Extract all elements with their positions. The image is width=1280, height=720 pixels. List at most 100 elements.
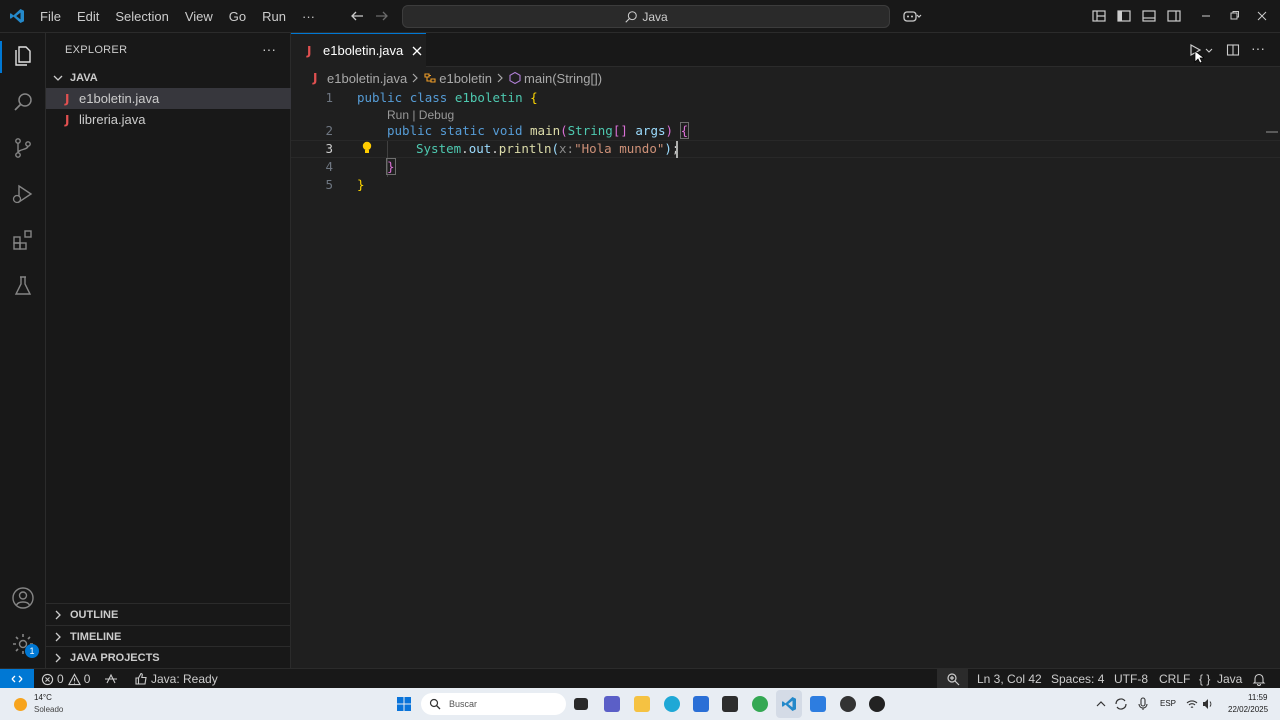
menu-go[interactable]: Go xyxy=(221,0,254,33)
arrow-left-icon[interactable] xyxy=(349,8,365,24)
language-braces-icon[interactable]: { } xyxy=(1199,671,1210,687)
vscode-logo-icon xyxy=(10,9,24,23)
obs-icon[interactable] xyxy=(840,696,856,712)
chevron-down-icon xyxy=(53,75,63,81)
windows-start-icon[interactable] xyxy=(396,696,412,712)
folder-header-java[interactable]: JAVA xyxy=(46,67,291,89)
menu-selection[interactable]: Selection xyxy=(107,0,176,33)
lightbulb-icon[interactable] xyxy=(361,141,373,155)
java-status-label: Java: Ready xyxy=(151,672,218,686)
menu-view[interactable]: View xyxy=(177,0,221,33)
task-view-icon[interactable] xyxy=(574,698,588,710)
weather-sun-icon xyxy=(14,698,27,711)
explorer-icon[interactable] xyxy=(11,44,35,68)
remote-icon xyxy=(11,675,23,683)
explorer-more-button[interactable]: ··· xyxy=(262,41,276,57)
vscode-taskbar-icon[interactable] xyxy=(781,696,797,712)
command-center-search[interactable]: Java xyxy=(402,5,890,28)
clock-date[interactable]: 22/02/2025 xyxy=(1228,705,1268,714)
media-player-icon[interactable] xyxy=(869,696,885,712)
extensions-icon[interactable] xyxy=(11,228,35,252)
notification-badge: 1 xyxy=(25,644,39,658)
toggle-sidebar-icon[interactable] xyxy=(1116,8,1132,24)
terminal-icon[interactable] xyxy=(722,696,738,712)
java-status[interactable]: Java: Ready xyxy=(134,671,218,687)
restore-icon[interactable] xyxy=(1226,8,1242,24)
tab-e1boletin[interactable]: J e1boletin.java xyxy=(291,33,426,67)
source-control-icon[interactable] xyxy=(11,136,35,160)
indentation[interactable]: Spaces: 4 xyxy=(1051,671,1104,687)
testing-icon[interactable] xyxy=(11,274,35,298)
section-label: JAVA PROJECTS xyxy=(70,651,160,664)
volume-icon[interactable] xyxy=(1202,698,1214,710)
sidebar-title: EXPLORER xyxy=(65,44,128,56)
accounts-icon[interactable] xyxy=(11,586,35,610)
section-label: OUTLINE xyxy=(70,608,119,621)
editor-more-actions-button[interactable]: ··· xyxy=(1251,40,1265,56)
close-tab-icon[interactable] xyxy=(411,45,423,57)
breadcrumb-method[interactable]: main(String[]) xyxy=(524,71,602,86)
chevron-up-icon[interactable] xyxy=(1096,699,1106,709)
run-debug-icon[interactable] xyxy=(11,182,35,206)
code-line-5: } xyxy=(357,177,365,192)
breadcrumb-file[interactable]: e1boletin.java xyxy=(327,71,407,86)
wifi-icon[interactable] xyxy=(1186,698,1198,710)
windows-taskbar: 14°C Soleado Buscar ESP 11:59 22/02/2025 xyxy=(0,688,1280,720)
toggle-panel-icon[interactable] xyxy=(1141,8,1157,24)
menu-edit[interactable]: Edit xyxy=(69,0,107,33)
close-window-icon[interactable] xyxy=(1254,8,1270,24)
end-of-line[interactable]: CRLF xyxy=(1159,671,1190,687)
code-editor[interactable]: 1 2 3 4 5 public class e1boletin { Run |… xyxy=(291,89,1280,668)
split-editor-icon[interactable] xyxy=(1226,43,1240,57)
customize-layout-icon[interactable] xyxy=(1091,8,1107,24)
toggle-secondary-sidebar-icon[interactable] xyxy=(1166,8,1182,24)
class-symbol-icon xyxy=(424,73,436,83)
microphone-icon[interactable] xyxy=(1137,697,1149,711)
menu-run[interactable]: Run xyxy=(254,0,294,33)
section-timeline[interactable]: TIMELINE xyxy=(46,625,291,647)
copilot-icon[interactable] xyxy=(902,8,922,24)
section-outline[interactable]: OUTLINE xyxy=(46,603,291,625)
file-explorer-icon[interactable] xyxy=(634,696,650,712)
java-file-icon: J xyxy=(65,91,70,106)
encoding[interactable]: UTF-8 xyxy=(1114,671,1148,687)
menu-file[interactable]: File xyxy=(32,0,69,33)
keyboard-language[interactable]: ESP xyxy=(1160,699,1176,708)
file-item-libreria[interactable]: J libreria.java xyxy=(46,109,291,130)
sync-icon[interactable] xyxy=(1114,697,1128,711)
zoom-indicator[interactable] xyxy=(937,669,968,689)
line-number: 3 xyxy=(325,141,333,156)
bell-icon[interactable] xyxy=(1252,672,1266,686)
chrome-icon[interactable] xyxy=(752,696,768,712)
menu-more[interactable]: ··· xyxy=(294,0,323,33)
line-number: 1 xyxy=(325,90,333,105)
method-symbol-icon xyxy=(509,71,521,85)
breadcrumb-class[interactable]: e1boletin xyxy=(439,71,492,86)
edge-icon[interactable] xyxy=(664,696,680,712)
remote-indicator[interactable] xyxy=(0,669,34,689)
run-dropdown-chevron-icon[interactable] xyxy=(1205,47,1213,55)
arrow-right-icon[interactable] xyxy=(374,8,390,24)
ports-broadcast-icon[interactable] xyxy=(104,672,118,686)
codelens-run-debug[interactable]: Run | Debug xyxy=(387,108,454,122)
warning-count: 0 xyxy=(83,672,91,686)
minimize-icon[interactable] xyxy=(1198,8,1214,24)
taskbar-search[interactable]: Buscar xyxy=(421,693,566,715)
code-line-3: System.out.println(x:"Hola mundo"); xyxy=(416,141,679,156)
chevron-right-icon xyxy=(497,73,503,83)
file-item-e1boletin[interactable]: J e1boletin.java xyxy=(46,88,291,109)
search-view-icon[interactable] xyxy=(11,90,35,114)
defender-shield-icon[interactable] xyxy=(810,696,826,712)
section-java-projects[interactable]: JAVA PROJECTS xyxy=(46,646,291,668)
code-line-1: public class e1boletin { xyxy=(357,90,538,105)
warning-icon xyxy=(67,672,81,685)
store-icon[interactable] xyxy=(693,696,709,712)
cursor-position[interactable]: Ln 3, Col 42 xyxy=(977,671,1042,687)
problems-indicator[interactable]: 0 0 xyxy=(41,671,90,687)
clock-time[interactable]: 11:59 xyxy=(1248,693,1267,702)
active-indicator xyxy=(0,41,2,73)
teams-icon[interactable] xyxy=(604,696,620,712)
line-number: 5 xyxy=(325,177,333,192)
java-file-icon: J xyxy=(307,43,312,58)
language-mode[interactable]: Java xyxy=(1217,671,1242,687)
